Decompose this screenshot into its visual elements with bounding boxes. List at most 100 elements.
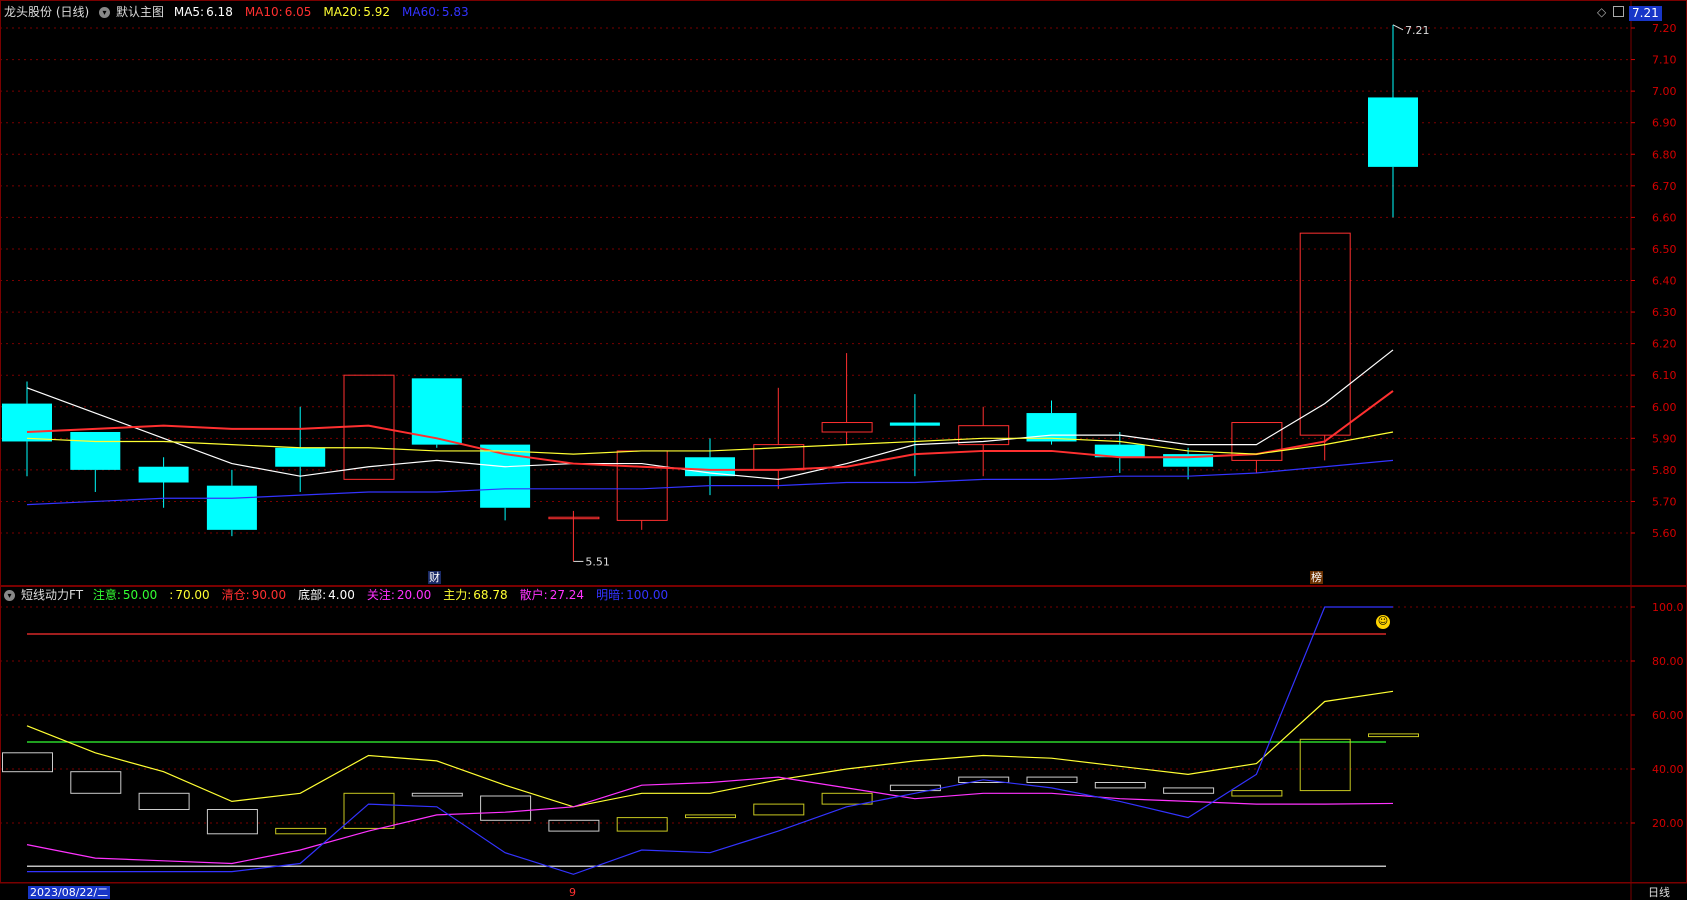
indicator-bar: [821, 792, 873, 805]
indicator-param-value: 90.00: [251, 588, 287, 602]
sub-tick-label: 80.00: [1652, 655, 1684, 668]
smiley-icon: ☺: [1376, 615, 1390, 629]
stock-title[interactable]: 龙头股份 (日线): [4, 5, 89, 19]
ma-legend-item-label: MA5:: [173, 5, 205, 19]
ma-legend-item-label: MA20:: [323, 5, 362, 19]
indicator-param-label: 明暗:: [596, 588, 625, 602]
high-pointer: [1392, 24, 1404, 31]
price-tick-label: 5.80: [1652, 464, 1677, 477]
indicator-param-7: 明暗: 100.00: [596, 588, 674, 602]
price-tick-label: 6.10: [1652, 369, 1677, 382]
indicator-param-value: 4.00: [328, 588, 355, 602]
candle-body: [1299, 232, 1351, 436]
ma-legend-item-value: 6.18: [206, 5, 233, 19]
price-tick-label: 5.60: [1652, 527, 1677, 540]
indicator-param-3: 底部: 4.00: [298, 588, 361, 602]
low-price-label: 5.51: [585, 555, 610, 568]
sub-tick-label: 60.00: [1652, 709, 1684, 722]
indicator-bar: [275, 827, 327, 835]
price-tick-label: 6.20: [1652, 338, 1677, 351]
ma-legend-item-value: 5.83: [441, 5, 469, 19]
ma-legend-item-3: MA60: 5.83: [402, 5, 475, 19]
price-tick-label: 7.10: [1652, 54, 1677, 67]
indicator-param-0: 注意: 50.00: [93, 588, 163, 602]
indicator-param-value: 100.00: [626, 588, 669, 602]
indicator-bar: [411, 792, 463, 797]
ma-legend-item-0: MA5: 6.18: [174, 5, 239, 19]
indicator-bar: [138, 792, 190, 810]
indicator-param-value: 50.00: [122, 588, 158, 602]
price-tick-label: 6.40: [1652, 275, 1677, 288]
indicator-bar: [2, 752, 53, 773]
indicator-param-label: 清仓:: [221, 588, 250, 602]
indicator-bar: [1094, 782, 1146, 789]
price-tick-label: 6.70: [1652, 180, 1677, 193]
indicator-line: [26, 776, 1394, 865]
indicator-param-label: :: [169, 588, 174, 602]
candle-body: [138, 466, 189, 483]
sub-chart-header: ▾ 短线动力FT 注意: 50.00:70.00 清仓: 90.00 底部: 4.00 关注:…: [4, 587, 686, 603]
event-tag-list[interactable]: 榜: [1310, 571, 1323, 584]
indicator-param-4: 关注: 20.00: [367, 588, 437, 602]
indicator-bar: [685, 814, 736, 819]
indicator-bar: [343, 792, 395, 829]
price-tick-label: 6.30: [1652, 306, 1677, 319]
candle-body: [206, 485, 257, 530]
price-tick-label: 6.50: [1652, 243, 1677, 256]
indicator-param-label: 散户:: [519, 588, 548, 602]
indicator-bar: [1026, 776, 1078, 783]
indicator-param-2: 清仓: 90.00: [222, 588, 292, 602]
indicator-param-value: 20.00: [396, 588, 432, 602]
ma-legend-item-1: MA10: 6.05: [245, 5, 318, 19]
candle-body: [2, 403, 52, 442]
template-label[interactable]: 默认主图: [116, 5, 164, 19]
candle-body: [889, 422, 940, 426]
price-tick-label: 6.00: [1652, 401, 1677, 414]
maximize-icon[interactable]: [1613, 6, 1624, 17]
diamond-icon[interactable]: ◇: [1597, 5, 1606, 19]
indicator-bar: [548, 819, 600, 832]
indicator-param-value: 27.24: [549, 588, 585, 602]
indicator-bar: [1368, 733, 1419, 738]
high-price-label: 7.21: [1405, 24, 1430, 37]
price-tick-label: 6.80: [1652, 148, 1677, 161]
ma-legend-item-label: MA60:: [402, 5, 440, 19]
candle-body: [821, 422, 873, 433]
ma-legend-item-2: MA20: 5.92: [323, 5, 396, 19]
indicator-bar: [206, 809, 258, 835]
indicator-bar: [70, 771, 122, 794]
period-label[interactable]: 日线: [1648, 886, 1670, 899]
current-price-badge: 7.21: [1629, 6, 1662, 21]
sub-tick-label: 20.00: [1652, 817, 1684, 830]
ma-legend: MA5: 6.18 MA10: 6.05 MA20: 5.92 MA60: 5.83: [174, 5, 481, 19]
chevron-down-icon[interactable]: ▾: [4, 590, 15, 601]
candle-body: [1368, 97, 1418, 167]
indicator-bar: [616, 817, 668, 832]
candle-body: [616, 450, 668, 521]
sub-tick-label: 100.0: [1652, 601, 1684, 614]
indicator-param-label: 底部:: [298, 588, 327, 602]
chart-canvas[interactable]: 7.20 7.10 7.00 6.90 6.80 6.70 6.60 6.50 6.40 6.30…: [0, 0, 1687, 900]
indicator-param-1: :70.00: [169, 588, 215, 602]
main-chart-header: 龙头股份 (日线) ▾ 默认主图 MA5: 6.18 MA10: 6.05 MA20: 5.…: [4, 4, 487, 20]
price-tick-label: 5.90: [1652, 432, 1677, 445]
event-tag-financial[interactable]: 财: [428, 571, 441, 584]
indicator-param-value: 68.78: [473, 588, 508, 602]
indicator-legend: 注意: 50.00:70.00 清仓: 90.00 底部: 4.00 关注: 20.00 主力:…: [93, 588, 680, 602]
indicator-bar: [753, 803, 805, 816]
sub-tick-label: 40.00: [1652, 763, 1684, 776]
price-tick-label: 5.70: [1652, 495, 1677, 508]
ma-legend-item-value: 5.92: [363, 5, 391, 19]
indicator-param-5: 主力: 68.78: [443, 588, 513, 602]
indicator-param-value: 70.00: [175, 588, 210, 602]
chevron-down-icon[interactable]: ▾: [99, 7, 111, 18]
indicator-name[interactable]: 短线动力FT: [21, 588, 83, 602]
bottom-marker: 9: [569, 886, 576, 899]
indicator-line: [26, 690, 1394, 808]
price-tick-label: 6.90: [1652, 117, 1677, 130]
indicator-param-6: 散户: 27.24: [520, 588, 590, 602]
candle-body: [275, 447, 326, 467]
ma-legend-item-value: 6.05: [284, 5, 312, 19]
price-tick-label: 6.60: [1652, 211, 1677, 224]
indicator-bar: [1299, 738, 1351, 792]
